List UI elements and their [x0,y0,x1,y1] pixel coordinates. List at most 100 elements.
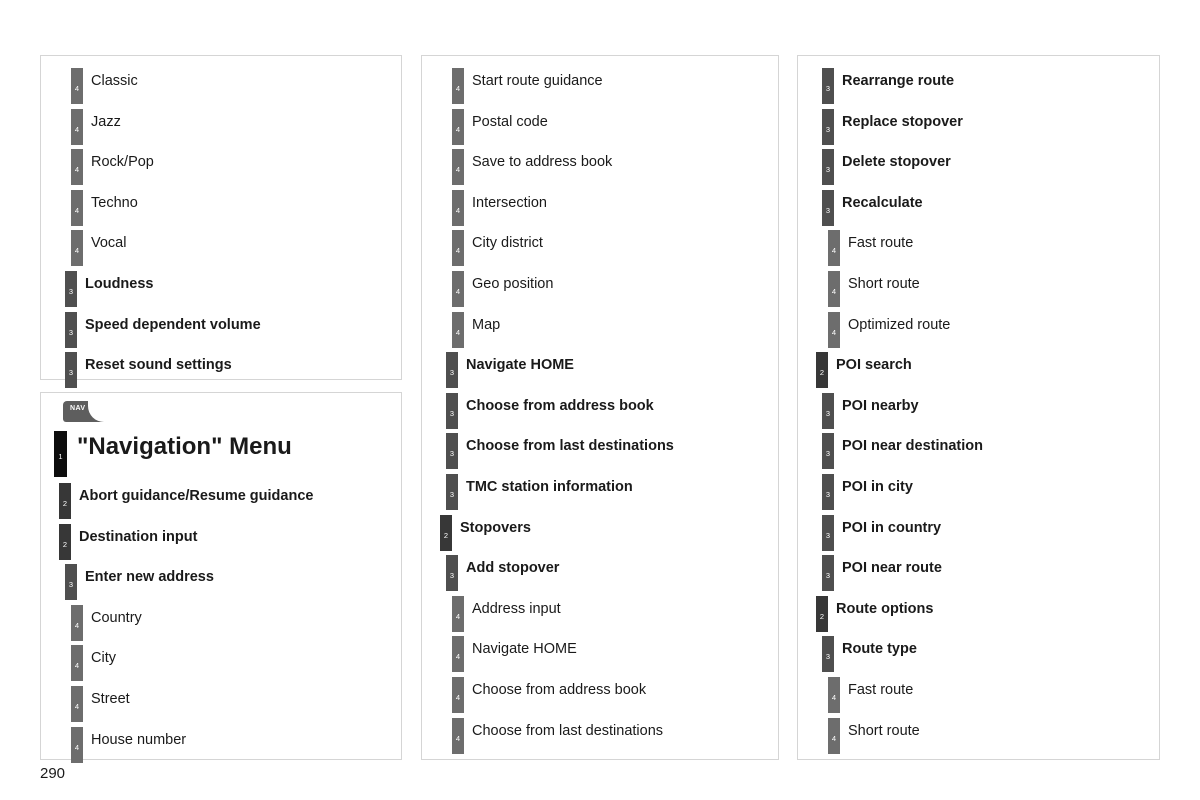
menu-level-number: 4 [455,205,461,215]
menu-level-number: 4 [831,246,837,256]
menu-level-number: 2 [443,530,449,540]
menu-item[interactable]: 4 Short route [798,267,1159,308]
menu-item-label: Reset sound settings [85,357,232,374]
menu-level-bar: 3 [65,270,77,307]
menu-level-bar: 4 [452,68,464,104]
menu-item[interactable]: 4 Fast route [798,673,1159,714]
menu-level-number: 2 [819,368,825,378]
menu-item-label: Rearrange route [842,73,955,89]
menu-item[interactable]: 3 Enter new address [41,560,401,601]
menu-item-label: POI search [836,357,912,374]
menu-level-number: 3 [825,124,831,134]
menu-item[interactable]: 3 Choose from last destinations [422,429,778,470]
menu-level-bar: 4 [828,676,840,713]
menu-item[interactable]: 4 Techno [41,186,401,227]
menu-item[interactable]: 3 Recalculate [798,186,1159,227]
menu-item-label: POI in city [842,478,913,495]
menu-item[interactable]: 4 Country [41,601,401,642]
menu-item-label: Choose from address book [466,397,654,414]
menu-item[interactable]: 4 Save to address book [422,145,778,186]
menu-item-label: Geo position [472,275,554,292]
menu-item[interactable]: 3 Speed dependent volume [41,308,401,349]
menu-item[interactable]: 4 Short route [798,714,1159,755]
menu-item[interactable]: 2 Route options [798,592,1159,633]
manual-page: 4 Classic 4 Jazz 4 Rock/Pop 4 Techno 4 Vocal 3 Loud… [0,0,1200,800]
menu-item[interactable]: 3 Route type [798,632,1159,673]
menu-item[interactable]: 4 Start route guidance [422,64,778,105]
menu-level-bar: 4 [452,270,464,307]
menu-level-number: 4 [455,286,461,296]
menu-item[interactable]: 3 Reset sound settings [41,348,401,389]
menu-item[interactable]: 4 Geo position [422,267,778,308]
menu-item-label: House number [91,731,187,748]
menu-item-label: Navigate HOME [466,357,574,374]
menu-item[interactable]: 3 Replace stopover [798,105,1159,146]
menu-item[interactable]: 2 Abort guidance/Resume guidance [41,479,401,520]
menu-item[interactable]: 4 City district [422,226,778,267]
menu-item[interactable]: 4 Fast route [798,226,1159,267]
menu-level-bar: 3 [822,392,834,429]
menu-item[interactable]: 4 Postal code [422,105,778,146]
menu-item[interactable]: 3 Navigate HOME [422,348,778,389]
menu-level-bar: 3 [822,636,834,673]
menu-item[interactable]: 3 Delete stopover [798,145,1159,186]
menu-level-bar: 4 [452,230,464,267]
menu-level-bar: 3 [822,149,834,186]
menu-item[interactable]: 4 Classic [41,64,401,105]
menu-item[interactable]: 2 Stopovers [422,511,778,552]
menu-level-bar: 4 [71,604,83,641]
menu-item-label: Short route [848,722,920,739]
menu-item-label: Destination input [79,528,198,545]
menu-item[interactable]: 2 POI search [798,348,1159,389]
menu-item-label: POI in country [842,519,942,536]
menu-item-label: Street [91,690,130,707]
menu-item-label: Postal code [472,113,548,130]
menu-item[interactable]: 4 Map [422,308,778,349]
menu-level-bar: 3 [822,473,834,510]
menu-item-label: "Navigation" Menu [77,433,292,460]
menu-level-bar: 3 [822,433,834,470]
menu-level-bar: 3 [822,514,834,551]
menu-item[interactable]: 3 POI near route [798,551,1159,592]
menu-item[interactable]: 4 Intersection [422,186,778,227]
menu-item-label: Recalculate [842,194,923,211]
menu-item[interactable]: 4 Street [41,682,401,723]
menu-item[interactable]: 4 Choose from address book [422,673,778,714]
menu-item[interactable]: 3 Rearrange route [798,64,1159,105]
menu-item[interactable]: 3 POI in city [798,470,1159,511]
menu-item[interactable]: 1 "Navigation" Menu [41,431,401,479]
menu-item[interactable]: 3 Choose from address book [422,389,778,430]
menu-level-number: 4 [455,124,461,134]
menu-item-label: Fast route [848,681,914,698]
menu-item[interactable]: 3 Add stopover [422,551,778,592]
menu-item[interactable]: 4 Address input [422,592,778,633]
menu-level-bar: 4 [71,685,83,722]
menu-list: 4 Classic 4 Jazz 4 Rock/Pop 4 Techno 4 Vocal 3 Loud… [41,64,401,389]
menu-level-bar: 3 [446,392,458,429]
menu-item[interactable]: 3 POI in country [798,511,1159,552]
menu-level-bar: 4 [452,636,464,673]
menu-item[interactable]: 3 POI near destination [798,429,1159,470]
menu-item[interactable]: 4 Choose from last destinations [422,714,778,755]
menu-item-label: City district [472,235,543,252]
menu-item-label: City [91,650,116,667]
menu-item[interactable]: 3 Loudness [41,267,401,308]
menu-list: 4 Start route guidance 4 Postal code 4 Save t… [422,64,778,754]
menu-item[interactable]: 4 House number [41,723,401,764]
menu-item[interactable]: 3 TMC station information [422,470,778,511]
menu-level-number: 2 [62,499,68,508]
menu-item-label: Enter new address [85,569,214,586]
menu-item[interactable]: 4 Rock/Pop [41,145,401,186]
navigation-menu-panel: NAV 1 "Navigation" Menu 2 Abort guidance/Re… [40,392,402,763]
menu-item-label: POI near destination [842,438,983,455]
menu-level-bar: 3 [822,189,834,226]
menu-item[interactable]: 4 Optimized route [798,308,1159,349]
menu-item[interactable]: 4 Jazz [41,105,401,146]
menu-item[interactable]: 4 City [41,641,401,682]
menu-level-number: 3 [68,580,74,590]
menu-item[interactable]: 4 Vocal [41,226,401,267]
menu-item[interactable]: 4 Navigate HOME [422,632,778,673]
menu-item[interactable]: 3 POI nearby [798,389,1159,430]
menu-item[interactable]: 2 Destination input [41,520,401,561]
menu-list: 1 "Navigation" Menu 2 Abort guidance/Resume… [41,431,401,763]
